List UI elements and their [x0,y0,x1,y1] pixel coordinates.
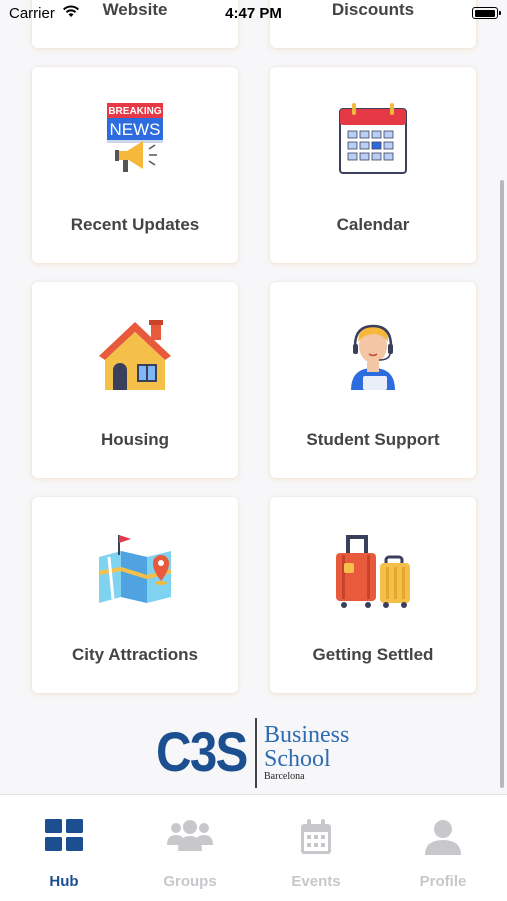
getting-settled-card[interactable]: Getting Settled [270,497,476,693]
city-attractions-card[interactable]: City Attractions [32,497,238,693]
breaking-news-icon: BREAKING NEWS [105,103,165,180]
luggage-icon [334,533,412,614]
housing-card[interactable]: Housing [32,282,238,478]
calendar-icon [338,103,408,180]
clock: 4:47 PM [225,5,282,22]
logo-city: Barcelona [264,771,305,782]
tab-groups[interactable]: Groups [127,795,253,901]
getting-settled-label: Getting Settled [312,645,434,664]
tab-hub[interactable]: Hub [1,795,127,901]
logo-mark: C3S [156,720,248,783]
breaking-text: BREAKING [108,106,162,117]
logo-divider [255,718,257,788]
tab-events[interactable]: Events [253,795,379,901]
news-text: NEWS [110,120,161,139]
tab-groups-label: Groups [163,873,217,890]
city-attractions-label: City Attractions [72,645,198,664]
scrollbar[interactable] [500,180,504,788]
calendar-card[interactable]: Calendar [270,67,476,263]
tab-events-label: Events [291,873,341,890]
housing-label: Housing [101,430,169,449]
people-icon [167,819,213,856]
house-icon [97,318,173,399]
person-icon [425,819,461,860]
grid-icon [45,819,83,856]
logo-business: Business [264,722,350,748]
status-bar: Carrier 4:47 PM [0,0,507,28]
tab-profile-label: Profile [419,873,467,890]
tab-profile[interactable]: Profile [380,795,506,901]
c3s-logo: C3S Business School Barcelona [156,716,356,788]
tab-hub-label: Hub [49,873,79,890]
calendar-label: Calendar [336,215,410,234]
battery-icon [472,7,501,19]
logo-school: School [264,746,331,772]
map-icon [97,533,173,610]
student-support-label: Student Support [306,430,440,449]
recent-updates-card[interactable]: BREAKING NEWS Recent Updates [32,67,238,263]
tab-bar: Hub Groups Events Profile [0,794,507,901]
support-agent-icon [343,318,403,395]
student-support-card[interactable]: Student Support [270,282,476,478]
calendar-icon [300,819,332,860]
recent-updates-label: Recent Updates [70,215,200,234]
